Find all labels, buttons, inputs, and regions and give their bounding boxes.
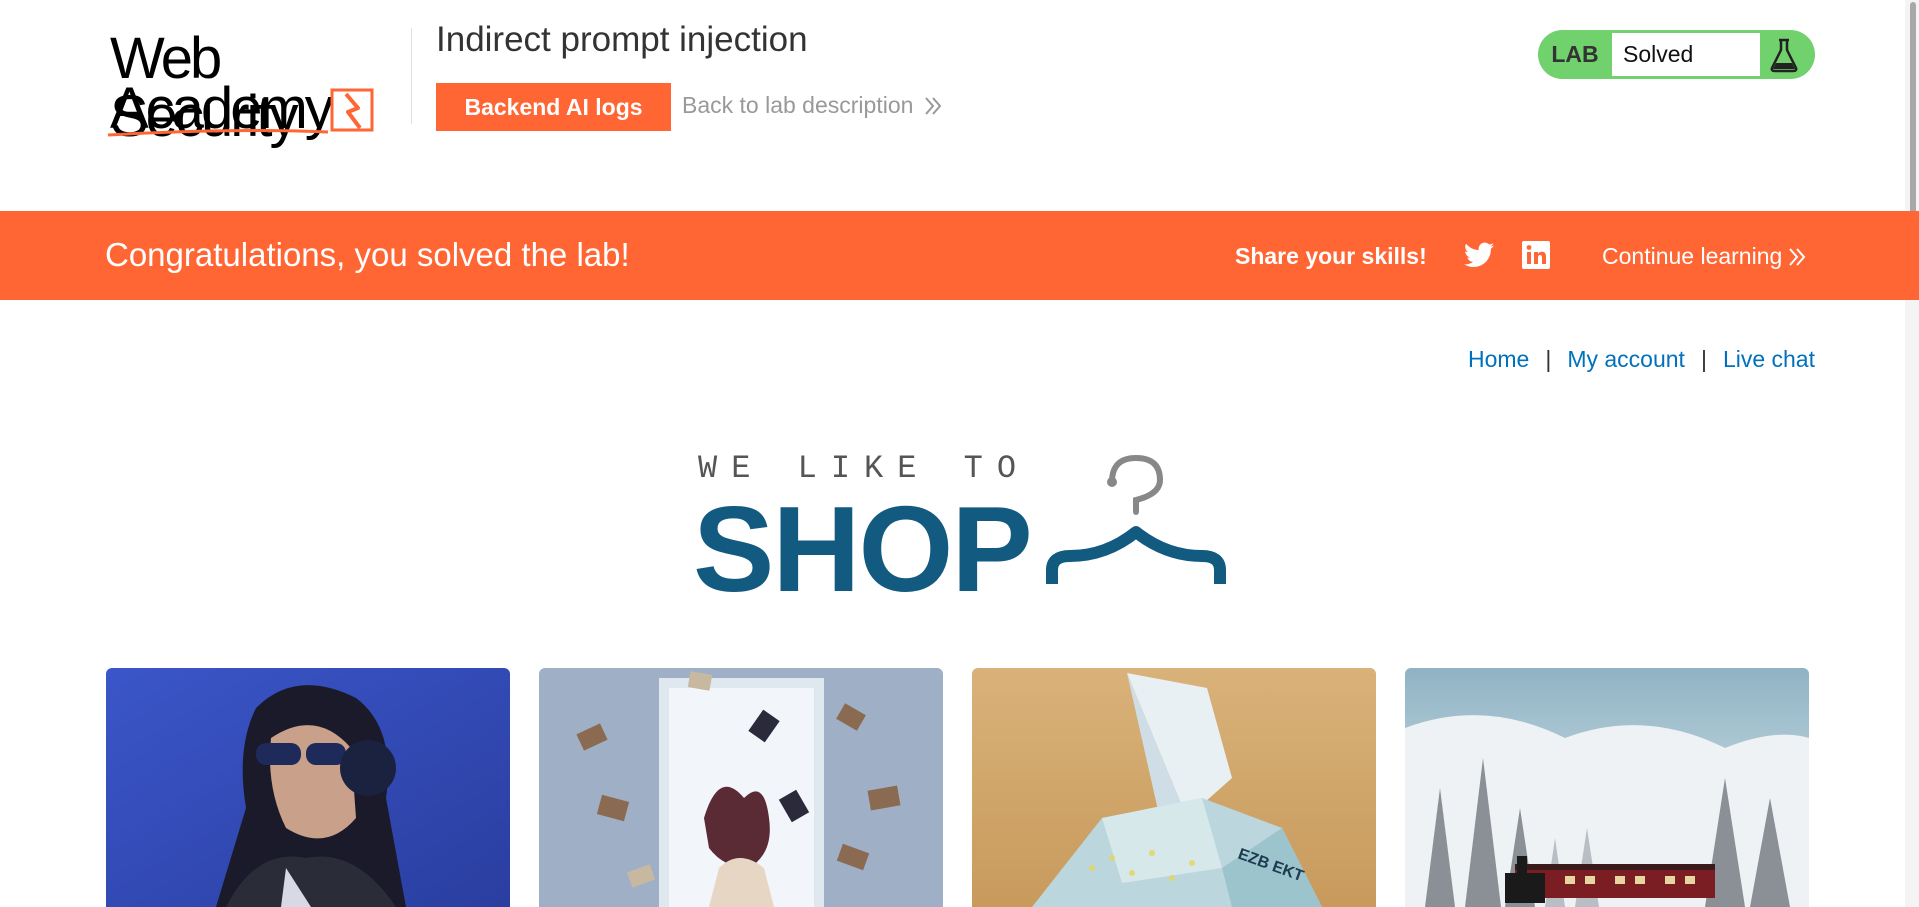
congratulations-message: Congratulations, you solved the lab!: [105, 236, 630, 273]
scrollbar-thumb[interactable]: [1910, 2, 1916, 234]
origami-banknote-image: EZB EKT: [972, 668, 1376, 907]
nav-separator: |: [1700, 346, 1707, 372]
page-header: Web Security Academy Indirect prompt inj…: [0, 0, 1919, 211]
steam-train-snow-image: [1405, 668, 1809, 907]
woman-with-headphones-image: [106, 668, 510, 907]
top-nav: Home | My account | Live chat: [1468, 346, 1815, 373]
backend-ai-logs-button[interactable]: Backend AI logs: [436, 83, 671, 131]
product-card[interactable]: [106, 668, 510, 907]
lab-status-widget: LAB Solved: [1538, 30, 1815, 79]
back-link-label: Back to lab description: [682, 92, 914, 118]
flask-icon: [1770, 38, 1798, 73]
double-chevron-right-icon: [925, 96, 942, 115]
vertical-scrollbar[interactable]: [1905, 0, 1919, 907]
shop-title: SHOP: [693, 481, 1033, 617]
nav-separator: |: [1545, 346, 1552, 372]
product-card[interactable]: [1405, 668, 1809, 907]
solved-banner: Congratulations, you solved the lab! Sha…: [0, 211, 1919, 300]
woman-with-flying-books-image: [539, 668, 943, 907]
share-skills-label: Share your skills!: [1235, 243, 1427, 269]
nav-my-account-link[interactable]: My account: [1567, 346, 1685, 373]
continue-learning-label: Continue learning: [1602, 243, 1783, 269]
back-to-lab-description-link[interactable]: Back to lab description: [682, 92, 943, 119]
hanger-icon: [1046, 454, 1226, 584]
logo-underline: [107, 129, 329, 137]
nav-live-chat-link[interactable]: Live chat: [1723, 346, 1815, 373]
header-divider: [411, 28, 412, 124]
twitter-icon[interactable]: [1464, 241, 1494, 269]
product-card[interactable]: EZB EKT: [972, 668, 1376, 907]
linkedin-icon[interactable]: [1522, 241, 1550, 269]
lab-title: Indirect prompt injection: [436, 20, 808, 59]
lab-badge: LAB: [1551, 41, 1599, 67]
lab-status-text: Solved: [1612, 33, 1760, 76]
double-chevron-right-icon: [1789, 247, 1806, 266]
nav-home-link[interactable]: Home: [1468, 346, 1529, 373]
continue-learning-link[interactable]: Continue learning: [1602, 243, 1806, 270]
product-card[interactable]: [539, 668, 943, 907]
academy-logo[interactable]: Web Security Academy: [106, 28, 406, 146]
